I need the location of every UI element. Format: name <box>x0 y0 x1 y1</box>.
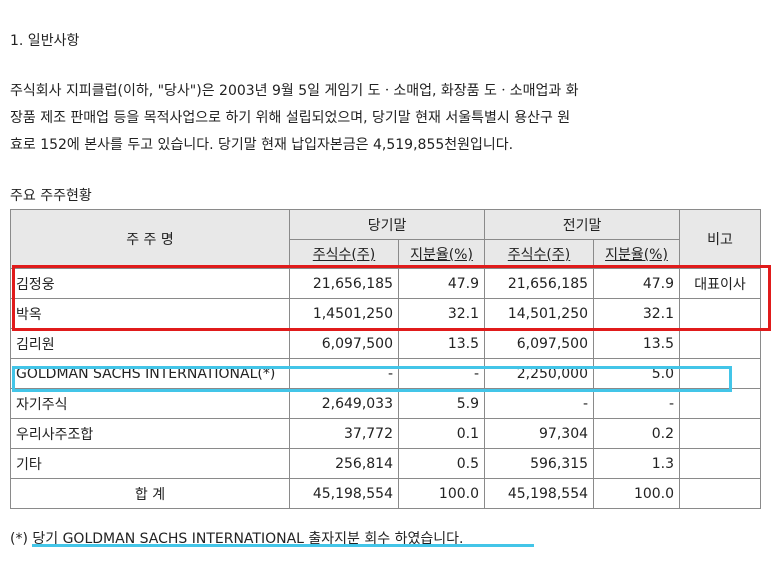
cell-name: 우리사주조합 <box>10 418 290 449</box>
cell-current-shares: 256,814 <box>289 448 399 479</box>
cell-current-ratio: 13.5 <box>397 328 486 359</box>
table-row: 기타 256,814 0.5 596,315 1.3 <box>10 448 762 479</box>
cell-prior-shares: 596,315 <box>484 448 595 479</box>
cell-total-prior-ratio: 100.0 <box>593 478 681 509</box>
cell-current-ratio: 0.1 <box>397 418 486 449</box>
table-total-row: 합 계 45,198,554 100.0 45,198,554 100.0 <box>10 478 762 509</box>
table-header-row: 주 주 명 당기말 전기말 비고 <box>10 209 762 269</box>
table-row: 자기주식 2,649,033 5.9 - - <box>10 388 762 419</box>
paragraph-line: 주식회사 지피클럽(이하, "당사")은 2003년 9월 5일 게임기 도ㆍ소… <box>10 83 579 99</box>
cell-prior-shares: 97,304 <box>484 418 595 449</box>
cell-note <box>679 448 762 479</box>
cell-current-ratio: 5.9 <box>397 388 486 419</box>
table-row: 우리사주조합 37,772 0.1 97,304 0.2 <box>10 418 762 449</box>
table-caption: 주요 주주현황 <box>10 188 92 204</box>
cell-current-ratio: 0.5 <box>397 448 486 479</box>
paragraph-line: 장품 제조 판매업 등을 목적사업으로 하기 위해 설립되었으며, 당기말 현재… <box>10 110 571 126</box>
cell-prior-ratio: 0.2 <box>593 418 681 449</box>
table-row: 김리원 6,097,500 13.5 6,097,500 13.5 <box>10 328 762 359</box>
cell-name: 자기주식 <box>10 388 290 419</box>
section-title: 1. 일반사항 <box>10 33 80 49</box>
cell-note <box>679 388 762 419</box>
paragraph-line: 효로 152에 본사를 두고 있습니다. 당기말 현재 납입자본금은 4,519… <box>10 137 514 153</box>
cell-prior-ratio: 1.3 <box>593 448 681 479</box>
cell-total-note <box>679 478 762 509</box>
cell-total-current-ratio: 100.0 <box>397 478 486 509</box>
cell-current-shares: 37,772 <box>289 418 399 449</box>
cell-total-label: 합 계 <box>10 478 290 509</box>
cell-prior-shares: 6,097,500 <box>484 328 595 359</box>
shareholder-table: 주 주 명 당기말 전기말 비고 주식수(주) 지분율(%) 주식수(주) 지분… <box>10 209 762 509</box>
blue-highlight-box <box>12 366 732 392</box>
cell-total-prior-shares: 45,198,554 <box>484 478 595 509</box>
cell-total-current-shares: 45,198,554 <box>289 478 399 509</box>
blue-highlight-underline <box>32 544 534 547</box>
cell-name: 김리원 <box>10 328 290 359</box>
header-current-period: 당기말 <box>288 209 486 240</box>
cell-note <box>679 418 762 449</box>
cell-note <box>679 328 762 359</box>
cell-current-shares: 6,097,500 <box>289 328 399 359</box>
cell-prior-ratio: - <box>593 388 681 419</box>
header-note: 비고 <box>679 209 762 269</box>
cell-prior-ratio: 13.5 <box>593 328 681 359</box>
header-prior-period: 전기말 <box>484 209 681 240</box>
red-highlight-box <box>12 265 771 331</box>
cell-current-shares: 2,649,033 <box>289 388 399 419</box>
cell-name: 기타 <box>10 448 290 479</box>
cell-prior-shares: - <box>484 388 595 419</box>
header-holder: 주 주 명 <box>10 209 290 269</box>
